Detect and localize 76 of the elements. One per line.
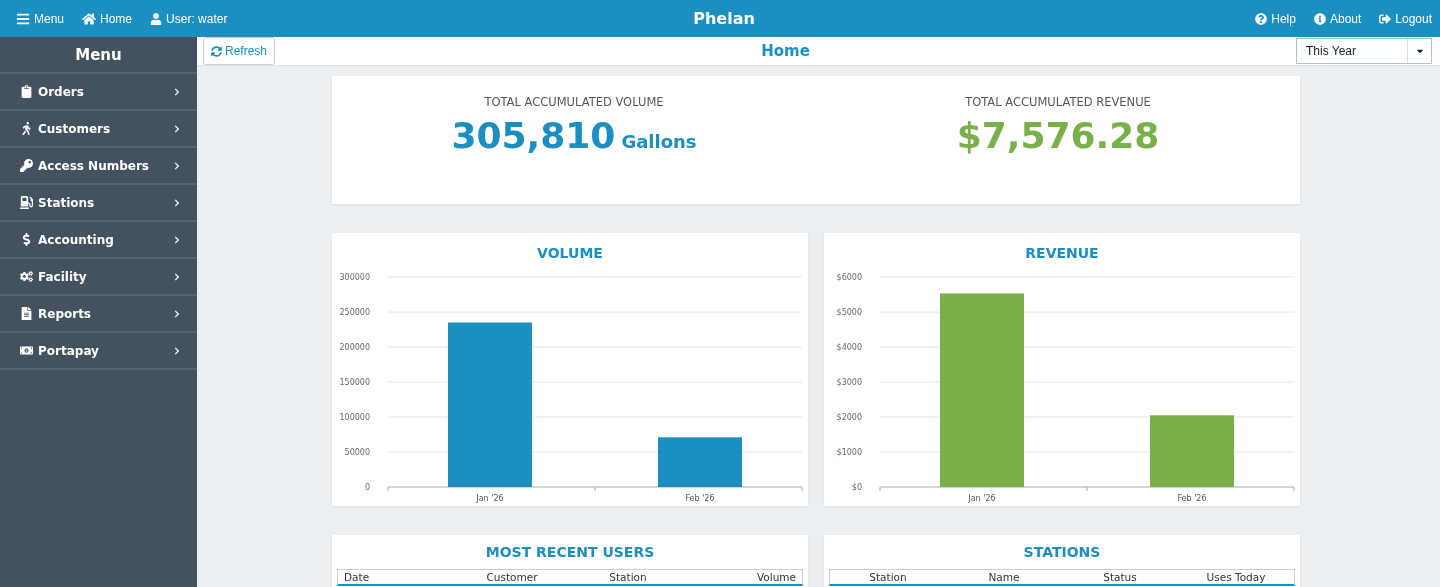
user-link[interactable]: User: water <box>150 11 228 26</box>
key-icon <box>20 159 33 172</box>
axis-tick-label: $5000 <box>836 308 862 317</box>
chart-title: VOLUME <box>537 245 603 263</box>
menu-link[interactable]: Menu <box>16 11 65 26</box>
info-icon <box>1313 12 1326 25</box>
stat-label: TOTAL ACCUMULATED VOLUME <box>484 95 664 109</box>
axis-category-label: Jan '26 <box>968 494 996 503</box>
sidebar-item[interactable]: Reports <box>0 296 197 333</box>
page-title: Home <box>760 42 811 60</box>
axis-tick-label: $1000 <box>836 448 862 457</box>
about-link[interactable]: About <box>1313 11 1362 26</box>
dollar-icon <box>20 233 33 246</box>
period-select[interactable]: This Year <box>1296 38 1432 64</box>
clipboard-icon <box>20 85 33 98</box>
axis-tick-label: $3000 <box>836 378 862 387</box>
gas-pump-icon <box>20 196 33 209</box>
column-header: Station <box>868 571 908 583</box>
stat-label: TOTAL ACCUMULATED REVENUE <box>965 95 1151 109</box>
chevron-icon <box>173 272 181 281</box>
sidebar-item[interactable]: Customers <box>0 111 197 148</box>
help-icon <box>1255 12 1268 25</box>
column-header: Status <box>1102 571 1138 583</box>
axis-category-label: Feb '26 <box>1177 494 1207 503</box>
axis-tick-label: $6000 <box>836 273 862 282</box>
app-title: Phelan <box>693 9 755 28</box>
walking-person-icon <box>20 122 33 135</box>
logout-icon <box>1379 12 1392 25</box>
axis-tick-label: 100000 <box>339 413 370 422</box>
sidebar-item[interactable]: Facility <box>0 259 197 296</box>
table-title: MOST RECENT USERS <box>485 544 655 562</box>
chevron-icon <box>173 309 181 318</box>
sidebar-item[interactable]: Orders <box>0 74 197 111</box>
home-icon <box>82 11 97 26</box>
help-link[interactable]: Help <box>1255 11 1296 26</box>
sidebar-item[interactable]: Accounting <box>0 222 197 259</box>
axis-tick-label: 200000 <box>339 343 370 352</box>
axis-tick-label: 150000 <box>339 378 370 387</box>
user-icon <box>150 12 163 25</box>
refresh-button[interactable]: Refresh <box>203 37 276 65</box>
column-header: Customer <box>485 571 539 583</box>
menu-icon <box>16 11 30 26</box>
chart-title: REVENUE <box>1025 245 1099 263</box>
axis-tick-label: $4000 <box>836 343 862 352</box>
stat-value: $7,576.28 <box>956 115 1160 156</box>
axis-tick-label: 0 <box>364 483 370 492</box>
axis-tick-label: 250000 <box>339 308 370 317</box>
sidebar-item[interactable]: Access Numbers <box>0 148 197 185</box>
refresh-icon <box>211 45 222 57</box>
logout-link[interactable]: Logout <box>1379 11 1432 26</box>
axis-tick-label: 300000 <box>339 273 370 282</box>
column-header: Date <box>343 571 371 583</box>
document-icon <box>20 307 33 320</box>
gears-icon <box>20 270 33 283</box>
money-icon <box>20 344 33 357</box>
column-header: Name <box>987 571 1021 583</box>
axis-tick-label: 50000 <box>344 448 370 457</box>
axis-tick-label: $2000 <box>836 413 862 422</box>
table-title: STATIONS <box>1023 544 1101 562</box>
axis-tick-label: $0 <box>851 483 862 492</box>
chevron-icon <box>173 346 181 355</box>
column-header: Uses Today <box>1205 571 1267 583</box>
axis-category-label: Jan '26 <box>476 494 504 503</box>
stat-value: 305,810 <box>451 115 616 156</box>
axis-category-label: Feb '26 <box>685 494 715 503</box>
sidebar-item[interactable]: Stations <box>0 185 197 222</box>
sidebar-item[interactable]: Portapay <box>0 333 197 370</box>
column-header: Station <box>608 571 648 583</box>
chevron-icon <box>173 87 181 96</box>
chevron-icon <box>173 198 181 207</box>
stat-unit: Gallons <box>621 131 697 152</box>
chevron-icon <box>173 161 181 170</box>
column-header: Volume <box>755 571 797 583</box>
chevron-icon <box>173 124 181 133</box>
home-link[interactable]: Home <box>82 11 133 26</box>
chevron-icon <box>173 235 181 244</box>
